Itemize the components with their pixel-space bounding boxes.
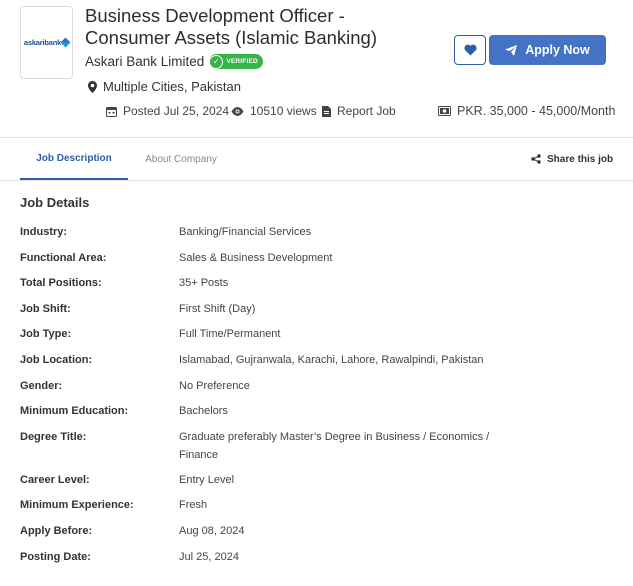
detail-row-job-type: Job Type: Full Time/Permanent: [20, 325, 620, 351]
detail-label: Total Positions:: [20, 277, 102, 290]
eye-icon: [231, 106, 244, 116]
tab-job-description-label: Job Description: [36, 152, 112, 164]
job-details-heading: Job Details: [20, 195, 90, 210]
tab-bar: Job Description About Company Share this…: [0, 138, 633, 181]
salary-range: PKR. 35,000 - 45,000/Month: [457, 104, 616, 118]
tab-about-company[interactable]: About Company: [134, 138, 228, 180]
detail-row-gender: Gender: No Preference: [20, 377, 620, 403]
detail-row-apply-before: Apply Before: Aug 08, 2024: [20, 522, 620, 548]
tab-about-company-label: About Company: [145, 153, 217, 165]
detail-label: Gender:: [20, 379, 63, 392]
report-job-label: Report Job: [337, 104, 396, 118]
apply-now-button[interactable]: Apply Now: [489, 35, 606, 65]
detail-row-job-location: Job Location: Islamabad, Gujranwala, Kar…: [20, 351, 620, 377]
detail-value: Sales & Business Development: [179, 251, 333, 264]
detail-label: Job Location:: [20, 353, 93, 366]
map-pin-icon: [88, 80, 97, 93]
job-title: Business Development Officer - Consumer …: [85, 5, 377, 48]
company-logo[interactable]: askaribank: [20, 6, 73, 79]
detail-row-posting-date: Posting Date: Jul 25, 2024: [20, 548, 620, 574]
detail-value: Jul 25, 2024: [179, 550, 239, 563]
detail-label: Posting Date:: [20, 550, 91, 563]
detail-value: Full Time/Permanent: [179, 328, 281, 341]
job-details-list: Industry: Banking/Financial Services Fun…: [20, 223, 620, 573]
detail-row-total-positions: Total Positions: 35+ Posts: [20, 274, 620, 300]
job-location: Multiple Cities, Pakistan: [103, 79, 241, 94]
posted-date-meta: Posted Jul 25, 2024: [106, 104, 229, 118]
verified-badge: ✓ VERIFIED: [209, 54, 263, 69]
share-icon: [531, 154, 541, 164]
share-job-label: Share this job: [547, 153, 614, 165]
views-count: 10510 views: [250, 104, 317, 118]
paper-plane-icon: [505, 44, 518, 56]
posted-date: Posted Jul 25, 2024: [123, 104, 230, 118]
detail-row-industry: Industry: Banking/Financial Services: [20, 223, 620, 249]
detail-label: Job Shift:: [20, 302, 71, 315]
detail-value: Bachelors: [179, 405, 228, 418]
tab-job-description[interactable]: Job Description: [20, 138, 128, 180]
detail-label: Minimum Experience:: [20, 499, 134, 512]
apply-now-label: Apply Now: [525, 43, 590, 57]
detail-label: Industry:: [20, 226, 68, 238]
calendar-icon: [106, 106, 117, 117]
detail-value: Aug 08, 2024: [179, 524, 245, 537]
detail-value: No Preference: [179, 379, 250, 392]
detail-row-minimum-education: Minimum Education: Bachelors: [20, 402, 620, 428]
verified-label: VERIFIED: [226, 58, 258, 65]
detail-label: Functional Area:: [20, 251, 107, 264]
logo-diamond-icon: [60, 37, 71, 48]
detail-row-job-shift: Job Shift: First Shift (Day): [20, 300, 620, 326]
detail-value: 35+ Posts: [179, 277, 229, 290]
detail-label: Minimum Education:: [20, 405, 129, 418]
job-location-row: Multiple Cities, Pakistan: [88, 79, 241, 94]
heart-icon: [463, 44, 477, 56]
report-job-link[interactable]: Report Job: [322, 104, 396, 118]
company-logo-mark: askaribank: [23, 37, 71, 48]
detail-value: Graduate preferably Master’s Degree in B…: [179, 430, 490, 461]
company-name[interactable]: Askari Bank Limited: [85, 54, 204, 69]
detail-label: Apply Before:: [20, 524, 93, 537]
detail-row-career-level: Career Level: Entry Level: [20, 471, 620, 497]
document-icon: [322, 105, 331, 117]
detail-value: First Shift (Day): [179, 302, 256, 315]
salary-meta: PKR. 35,000 - 45,000/Month: [438, 104, 615, 118]
share-job-button[interactable]: Share this job: [531, 138, 613, 180]
detail-value: Fresh: [179, 499, 208, 512]
detail-value: Entry Level: [179, 473, 235, 486]
detail-row-minimum-experience: Minimum Experience: Fresh: [20, 496, 620, 522]
check-icon: ✓: [209, 54, 224, 69]
detail-label: Career Level:: [20, 473, 90, 486]
money-icon: [438, 106, 451, 116]
job-header: askaribank Business Development Officer …: [0, 0, 633, 138]
detail-label: Job Type:: [20, 328, 72, 341]
company-logo-text: askaribank: [23, 38, 62, 47]
company-row: Askari Bank Limited ✓ VERIFIED: [85, 54, 263, 69]
detail-row-functional-area: Functional Area: Sales & Business Develo…: [20, 249, 620, 275]
detail-label: Degree Title:: [20, 430, 87, 443]
save-job-button[interactable]: [454, 35, 486, 65]
detail-value: Banking/Financial Services: [179, 226, 312, 238]
detail-value: Islamabad, Gujranwala, Karachi, Lahore, …: [179, 353, 484, 366]
detail-row-degree-title: Degree Title: Graduate preferably Master…: [20, 428, 620, 471]
views-meta: 10510 views: [231, 104, 317, 118]
